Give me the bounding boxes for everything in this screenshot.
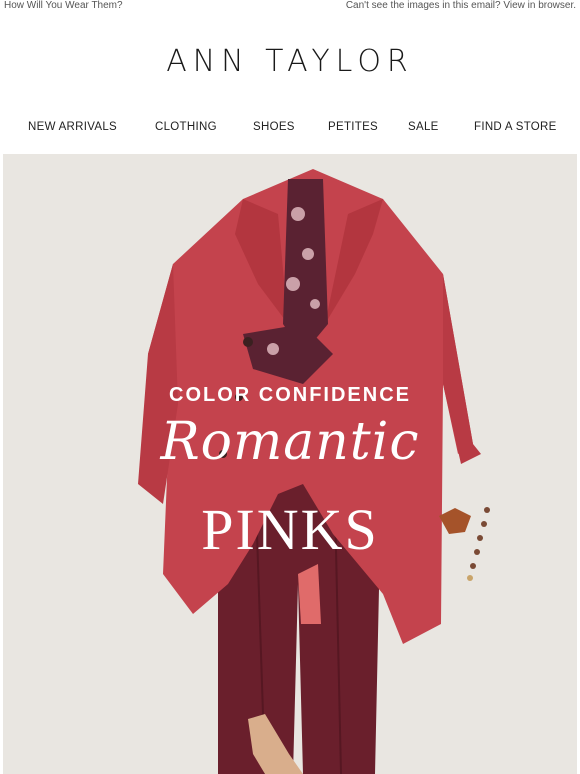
nav-find-a-store[interactable]: FIND A STORE: [474, 121, 557, 133]
hero-kicker: COLOR CONFIDENCE: [169, 384, 411, 406]
nav-clothing[interactable]: CLOTHING: [155, 121, 217, 133]
preheader-tagline: How Will You Wear Them?: [4, 0, 123, 11]
nav-sale[interactable]: SALE: [408, 121, 439, 133]
main-nav: NEW ARRIVALS CLOTHING SHOES PETITES SALE…: [0, 121, 580, 139]
view-in-browser-link[interactable]: Can't see the images in this email? View…: [346, 0, 576, 14]
ann-taylor-logo[interactable]: ANN TAYLOR: [0, 44, 580, 79]
nav-new-arrivals[interactable]: NEW ARRIVALS: [28, 121, 117, 133]
hero-banner[interactable]: COLOR CONFIDENCE Romantic PINKS: [3, 154, 577, 774]
hero-title: PINKS: [201, 497, 379, 562]
preheader: How Will You Wear Them? Can't see the im…: [0, 0, 580, 14]
hero-script-heading: Romantic: [160, 412, 420, 472]
nav-petites[interactable]: PETITES: [328, 121, 378, 133]
nav-shoes[interactable]: SHOES: [253, 121, 295, 133]
